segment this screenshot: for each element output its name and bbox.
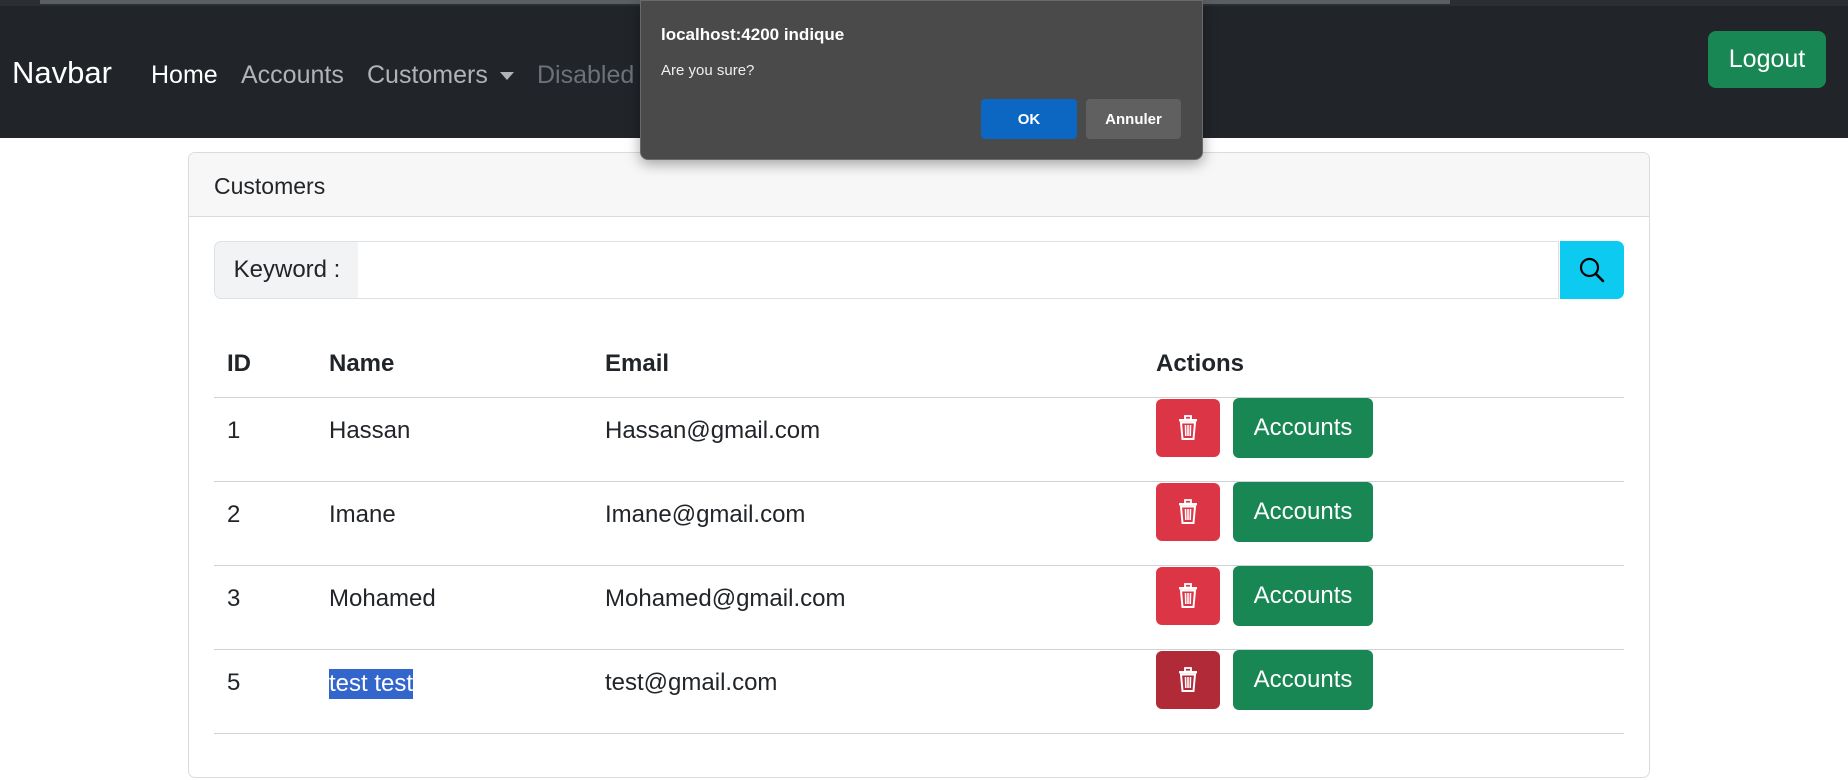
nav-link-customers-dropdown[interactable]: Customers <box>367 61 514 90</box>
column-header-id: ID <box>227 350 251 377</box>
dialog-ok-button[interactable]: OK <box>981 99 1077 139</box>
search-button[interactable] <box>1560 241 1624 299</box>
cell-email-text: Hassan@gmail.com <box>605 417 821 444</box>
cell-id: 5 <box>214 650 316 734</box>
cell-actions: Accounts <box>1143 398 1624 482</box>
nav-link-accounts[interactable]: Accounts <box>241 61 344 90</box>
cell-email: Mohamed@gmail.com <box>592 566 1143 650</box>
cell-email: Hassan@gmail.com <box>592 398 1143 482</box>
accounts-button[interactable]: Accounts <box>1233 650 1373 710</box>
cell-name: Mohamed <box>316 566 592 650</box>
dialog-cancel-button[interactable]: Annuler <box>1086 99 1181 139</box>
cell-email-text: Mohamed@gmail.com <box>605 585 846 612</box>
cell-id: 2 <box>214 482 316 566</box>
card-header: Customers <box>189 153 1649 217</box>
cell-email: test@gmail.com <box>592 650 1143 734</box>
confirm-dialog: localhost:4200 indique Are you sure? OK … <box>640 0 1203 160</box>
customers-table: ID Name Email Actions 1 Hassan Hassan@gm… <box>214 331 1624 734</box>
search-form: Keyword : <box>214 241 1624 299</box>
keyword-label: Keyword : <box>214 241 360 299</box>
nav-link-disabled: Disabled <box>537 61 635 89</box>
cell-id: 1 <box>214 398 316 482</box>
table-row: 2 Imane Imane@gmail.com Accounts <box>214 482 1624 566</box>
cell-actions: Accounts <box>1143 650 1624 734</box>
cell-actions: Accounts <box>1143 566 1624 650</box>
column-header-name: Name <box>329 350 395 377</box>
trash-icon <box>1179 667 1197 692</box>
nav-link-customers-label: Customers <box>367 61 488 89</box>
keyword-input[interactable] <box>358 241 1559 299</box>
cell-name-text-selected: test test <box>329 669 414 699</box>
cell-id-text: 2 <box>227 501 241 528</box>
cell-name-text: Mohamed <box>329 585 436 612</box>
dialog-origin: localhost:4200 indique <box>661 25 845 44</box>
dialog-message: Are you sure? <box>661 62 755 79</box>
column-header-actions: Actions <box>1156 350 1245 377</box>
cell-email-text: Imane@gmail.com <box>605 501 806 528</box>
table-row: 1 Hassan Hassan@gmail.com Accounts <box>214 398 1624 482</box>
delete-button[interactable] <box>1156 651 1220 709</box>
chevron-down-icon <box>499 72 514 81</box>
delete-button[interactable] <box>1156 483 1220 541</box>
cell-name-text: Imane <box>329 501 396 528</box>
cell-id-text: 3 <box>227 585 241 612</box>
accounts-button[interactable]: Accounts <box>1233 398 1373 458</box>
cell-name: Imane <box>316 482 592 566</box>
cell-email: Imane@gmail.com <box>592 482 1143 566</box>
table-row: 3 Mohamed Mohamed@gmail.com Accounts <box>214 566 1624 650</box>
card-title: Customers <box>214 173 326 199</box>
search-icon <box>1579 257 1605 283</box>
cell-id-text: 1 <box>227 417 241 444</box>
cell-id-text: 5 <box>227 669 241 696</box>
nav-link-home[interactable]: Home <box>151 61 218 90</box>
logout-button[interactable]: Logout <box>1708 31 1826 88</box>
column-header-email: Email <box>605 350 670 377</box>
cell-name-text: Hassan <box>329 417 411 444</box>
cell-name: test test <box>316 650 592 734</box>
cell-email-text: test@gmail.com <box>605 669 778 696</box>
table-header-row: ID Name Email Actions <box>214 331 1624 398</box>
table-row: 5 test test test@gmail.com Accounts <box>214 650 1624 734</box>
delete-button[interactable] <box>1156 399 1220 457</box>
cell-name: Hassan <box>316 398 592 482</box>
accounts-button[interactable]: Accounts <box>1233 566 1373 626</box>
cell-id: 3 <box>214 566 316 650</box>
customers-card: Customers Keyword : ID Name Email Action… <box>188 152 1650 778</box>
delete-button[interactable] <box>1156 567 1220 625</box>
trash-icon <box>1179 583 1197 608</box>
trash-icon <box>1179 499 1197 524</box>
navbar-brand[interactable]: Navbar <box>12 55 112 91</box>
accounts-button[interactable]: Accounts <box>1233 482 1373 542</box>
cell-actions: Accounts <box>1143 482 1624 566</box>
trash-icon <box>1179 415 1197 440</box>
